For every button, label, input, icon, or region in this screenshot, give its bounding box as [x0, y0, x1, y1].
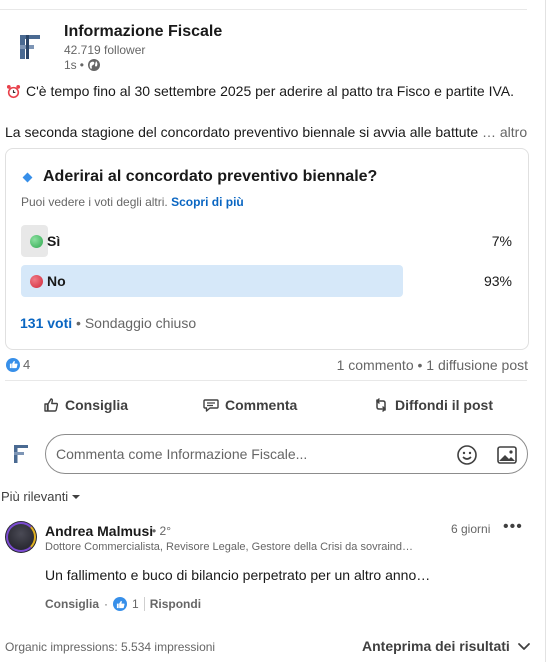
poll-hint-text: Puoi vedere i voti degli altri.	[21, 195, 168, 209]
results-preview-label: Anteprima dei risultati	[362, 638, 510, 654]
comment-actions: Consiglia · 1 Rispondi	[45, 597, 201, 611]
comments-reposts-summary[interactable]: 1 commento • 1 diffusione post	[337, 357, 528, 373]
like-icon	[44, 398, 59, 412]
vote-count-link[interactable]: 131 voti	[20, 315, 72, 331]
red-circle-icon	[30, 274, 43, 288]
separator	[143, 597, 145, 611]
post-text-line-2: La seconda stagione del concordato preve…	[5, 124, 479, 140]
poll-option-yes-percent: 7%	[491, 233, 512, 249]
image-icon[interactable]	[496, 444, 518, 466]
learn-more-link[interactable]: Scopri di più	[171, 195, 244, 209]
sort-label: Più rilevanti	[1, 489, 69, 504]
comment-icon	[203, 399, 219, 412]
organic-impressions: Organic impressions: 5.534 impressioni	[5, 640, 216, 654]
post-line-1: C'è tempo fino al 30 settembre 2025 per …	[6, 83, 514, 99]
comment-button-label: Commenta	[225, 397, 298, 413]
post-meta: 1s •	[64, 58, 101, 72]
poll-option-no: No	[30, 273, 66, 289]
poll-hint: Puoi vedere i voti degli altri. Scopri d…	[21, 195, 244, 209]
poll-option-yes: Sì	[30, 233, 60, 249]
results-preview-toggle[interactable]: Anteprima dei risultati	[362, 638, 532, 654]
company-logo-icon[interactable]	[12, 27, 52, 67]
connection-degree: • 2°	[152, 524, 172, 538]
poll-question: Aderirai al concordato preventivo bienna…	[20, 168, 377, 186]
repost-button[interactable]: Diffondi il post	[372, 396, 493, 414]
green-circle-icon	[30, 234, 43, 248]
reply-button[interactable]: Rispondi	[150, 597, 201, 611]
emoji-icon[interactable]	[456, 444, 478, 466]
commenter-logo-icon	[9, 441, 35, 467]
sort-comments-dropdown[interactable]: Più rilevanti	[1, 489, 81, 504]
like-reaction-icon	[6, 357, 20, 372]
post-text-line-1: C'è tempo fino al 30 settembre 2025 per …	[26, 83, 515, 99]
like-reaction-icon	[113, 597, 128, 611]
comment-author[interactable]: Andrea Malmusi	[45, 523, 153, 539]
poll-option-no-percent: 93%	[483, 273, 512, 289]
alarm-clock-icon	[6, 84, 21, 98]
reaction-count: 4	[23, 357, 31, 372]
right-scroll-edge	[545, 0, 546, 662]
comment-like-count[interactable]: 1	[132, 597, 139, 611]
separator-dot: ·	[104, 597, 109, 611]
more-icon[interactable]: •••	[503, 518, 523, 536]
post-age: 1s	[64, 58, 77, 72]
repost-icon	[376, 398, 386, 412]
company-name[interactable]: Informazione Fiscale	[64, 23, 222, 41]
poll-footer: 131 voti • Sondaggio chiuso	[20, 315, 196, 331]
comment-like-button[interactable]: Consiglia	[45, 597, 99, 611]
comment-button[interactable]: Commenta	[202, 396, 297, 414]
like-button[interactable]: Consiglia	[42, 396, 128, 414]
avatar[interactable]	[5, 521, 37, 553]
comment-time: 6 giorni	[451, 522, 491, 536]
author-headline: Dottore Commercialista, Revisore Legale,…	[45, 541, 414, 553]
like-button-label: Consiglia	[65, 397, 129, 413]
repost-button-label: Diffondi il post	[395, 397, 493, 413]
follower-count: 42.719 follower	[64, 43, 146, 57]
diamond-icon	[22, 172, 33, 182]
see-more-link[interactable]: … altro	[482, 124, 527, 140]
comment-text: Un fallimento e buco di bilancio perpetr…	[45, 567, 431, 583]
poll-option-no-label: No	[47, 273, 66, 289]
actions-divider	[5, 380, 527, 381]
comment-input-placeholder: Commenta come Informazione Fiscale...	[56, 446, 308, 462]
top-divider	[0, 9, 527, 10]
caret-down-icon	[72, 494, 81, 499]
poll-question-text: Aderirai al concordato preventivo bienna…	[43, 168, 378, 185]
reactions-summary[interactable]: 4	[6, 357, 30, 372]
poll-option-bar-no	[21, 265, 403, 297]
chevron-down-icon	[517, 643, 530, 650]
poll-status: • Sondaggio chiuso	[76, 315, 197, 331]
globe-icon	[87, 59, 100, 71]
poll-option-yes-label: Sì	[47, 233, 61, 249]
